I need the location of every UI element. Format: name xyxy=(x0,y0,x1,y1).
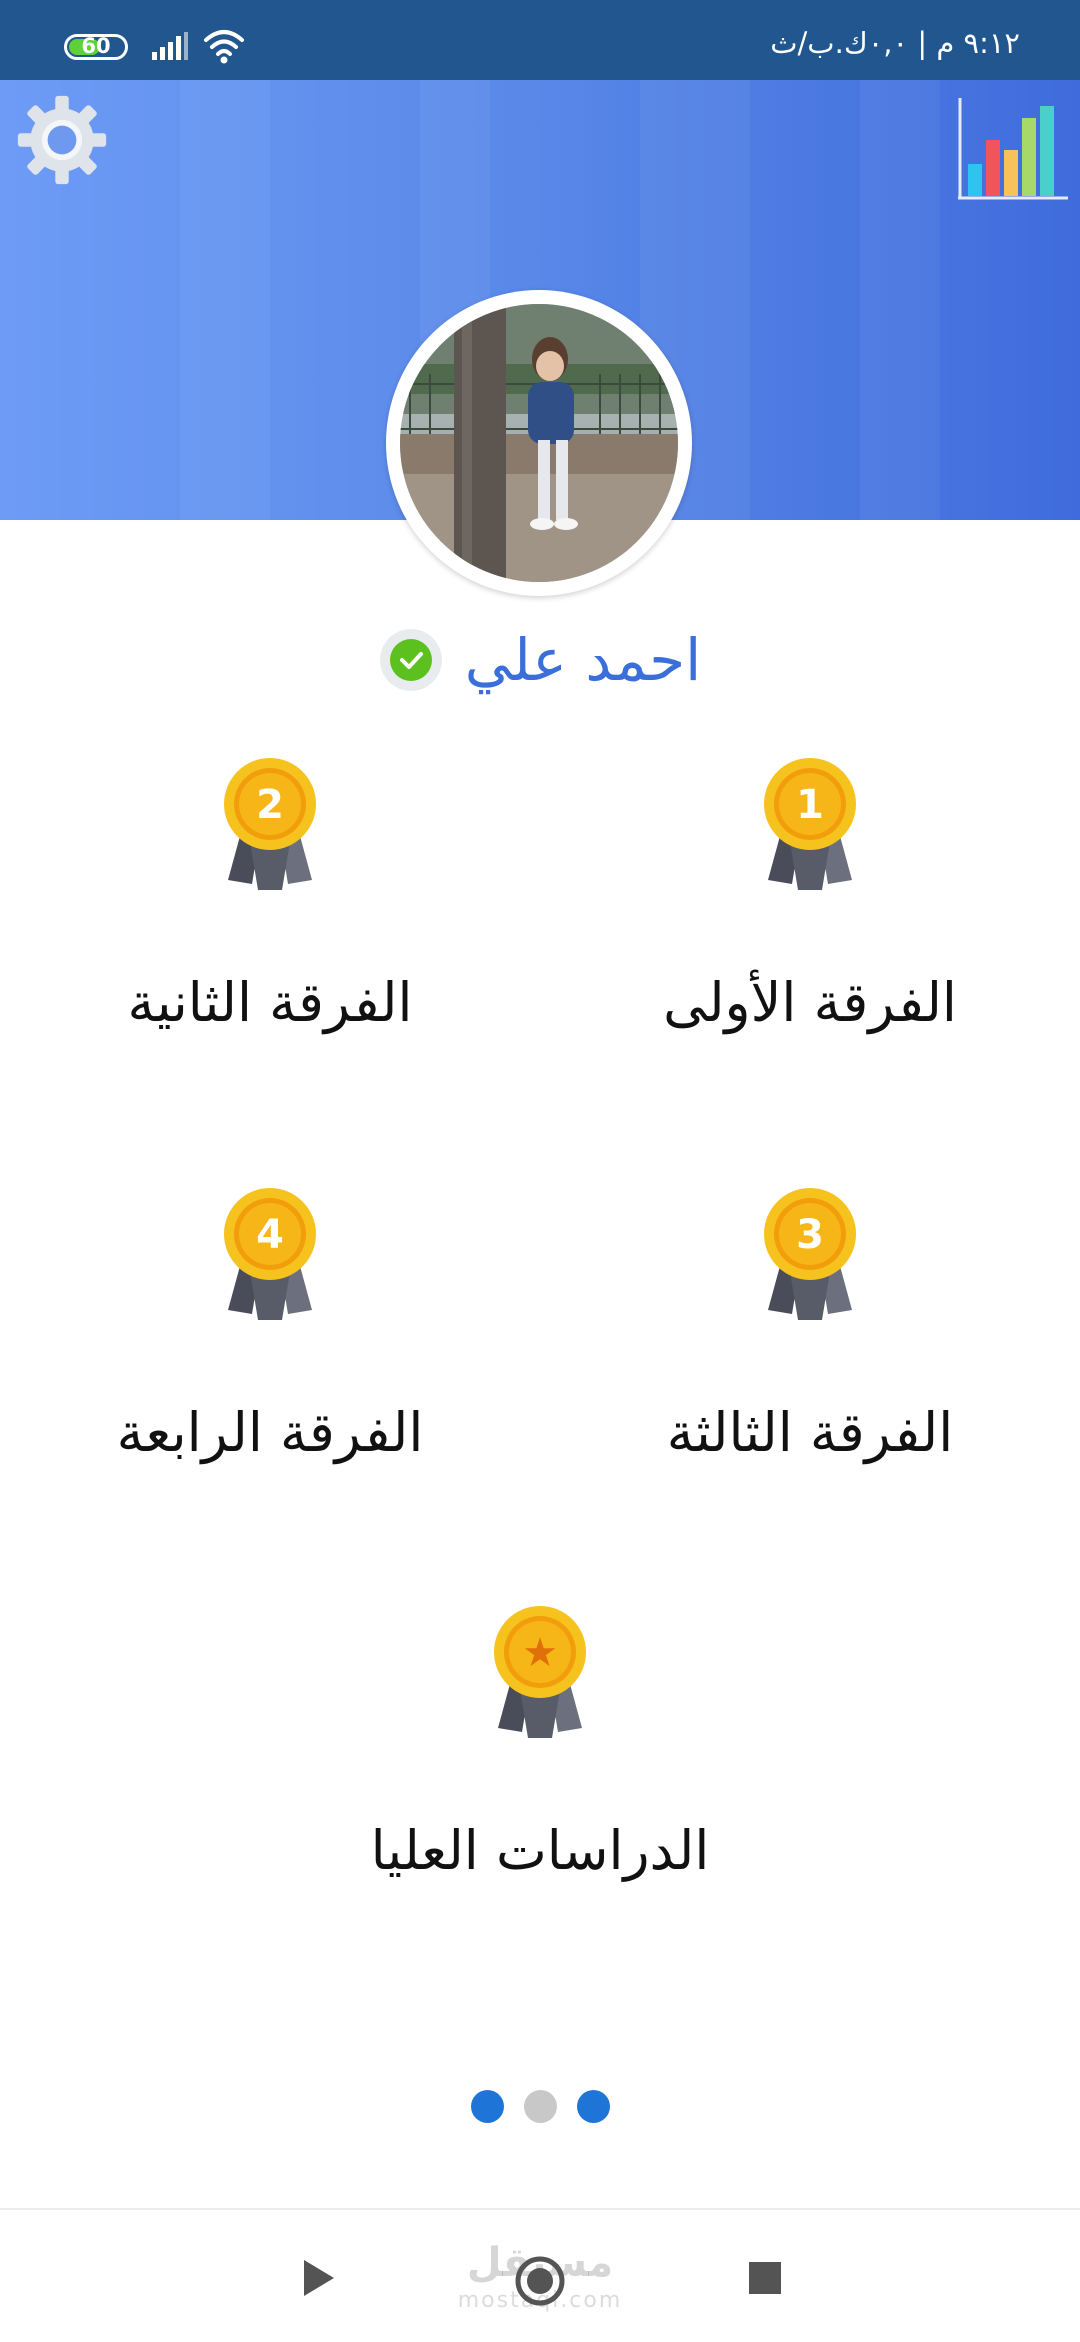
medal-number: 4 xyxy=(256,1212,284,1258)
medal-number: 1 xyxy=(796,782,824,828)
level-label: الفرقة الأولى xyxy=(663,971,957,1034)
header-decoration xyxy=(180,80,270,520)
status-time: ٩:١٢ م | ٠,٠ك.ب/ث xyxy=(770,26,1020,60)
battery-icon: 60 xyxy=(64,34,128,60)
medal-number: 3 xyxy=(796,1212,824,1258)
medal-icon: 4 xyxy=(224,1188,316,1320)
status-bar: 60 ٩:١٢ م | ٠,٠ك.ب/ث xyxy=(0,0,1080,80)
star-medal-icon: ★ xyxy=(494,1606,586,1738)
medal-icon: 3 xyxy=(764,1188,856,1320)
header-decoration xyxy=(860,80,940,520)
cell-signal-icon xyxy=(152,32,188,60)
level-item-first-year[interactable]: 1 الفرقة الأولى xyxy=(590,756,1030,1076)
app-screen: 60 ٩:١٢ م | ٠,٠ك.ب/ث احمد علي 1 الفرقة ا… xyxy=(0,0,1080,2342)
level-label: الفرقة الرابعة xyxy=(116,1401,424,1464)
level-item-second-year[interactable]: 2 الفرقة الثانية xyxy=(50,756,490,1076)
avatar-photo xyxy=(400,304,678,582)
medal-icon: 1 xyxy=(764,758,856,890)
play-back-icon[interactable] xyxy=(300,2258,338,2298)
page-dot-active[interactable] xyxy=(576,2090,610,2123)
user-name-row: احمد علي xyxy=(0,610,1080,710)
stop-square-icon[interactable] xyxy=(747,2260,783,2296)
medal-number: 2 xyxy=(256,782,284,828)
medal-icon: 2 xyxy=(224,758,316,890)
battery-level: 60 xyxy=(81,34,111,58)
page-dot-active[interactable] xyxy=(470,2090,504,2123)
level-item-fourth-year[interactable]: 4 الفرقة الرابعة xyxy=(50,1186,490,1506)
gear-icon[interactable] xyxy=(14,92,110,188)
level-item-third-year[interactable]: 3 الفرقة الثالثة xyxy=(590,1186,1030,1506)
page-dot-inactive[interactable] xyxy=(523,2090,557,2123)
child-photo-image xyxy=(400,304,678,582)
avatar[interactable] xyxy=(386,290,692,596)
wifi-icon xyxy=(204,30,244,64)
page-indicator xyxy=(0,2090,1080,2124)
level-item-postgraduate[interactable]: ★ الدراسات العليا xyxy=(320,1604,760,1924)
level-label: الدراسات العليا xyxy=(370,1819,710,1882)
system-nav-bar: مستقل mostaql.com xyxy=(0,2208,1080,2342)
level-label: الفرقة الثانية xyxy=(127,971,413,1034)
home-circle-icon[interactable] xyxy=(513,2254,567,2308)
bar-chart-icon[interactable] xyxy=(954,94,1070,204)
level-label: الفرقة الثالثة xyxy=(666,1401,954,1464)
check-circle-icon xyxy=(379,629,442,691)
user-name: احمد علي xyxy=(464,626,702,694)
medal-star: ★ xyxy=(522,1630,558,1676)
